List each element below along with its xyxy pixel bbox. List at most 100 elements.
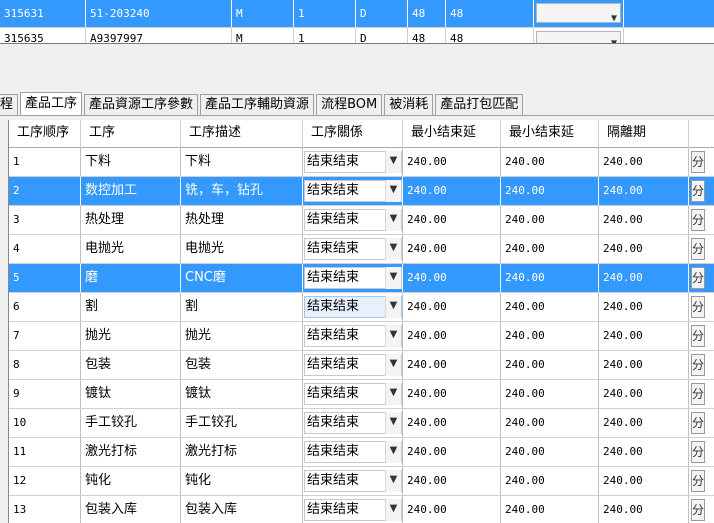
table-row[interactable]: 2 数控加工 铣，车，钻孔 结束结束 ▼ 240.00 240.00 240.00 分 (9, 177, 714, 206)
cell-operation[interactable]: 电抛光 (81, 235, 181, 263)
cell-min-end-delay[interactable]: 240.00 (403, 409, 501, 437)
cell-operation[interactable]: 热处理 (81, 206, 181, 234)
top-grid-row[interactable]: 315635 A9397997 M 1 D 48 48 ▼ (0, 27, 714, 43)
row-edge-button[interactable]: 分 (691, 209, 705, 231)
cell-sequence[interactable]: 8 (9, 351, 81, 379)
table-row[interactable]: 4 电抛光 电抛光 结束结束 ▼ 240.00 240.00 240.00 分 (9, 235, 714, 264)
cell-isolation[interactable]: 240.00 (599, 293, 689, 321)
cell-operation[interactable]: 钝化 (81, 467, 181, 495)
cell-min-end-delay[interactable]: 240.00 (403, 322, 501, 350)
cell-operation[interactable]: 磨 (81, 264, 181, 292)
tab-resource-operation-params[interactable]: 產品資源工序參數 (84, 94, 199, 116)
row-edge-button[interactable]: 分 (691, 470, 705, 492)
chevron-down-icon[interactable]: ▼ (385, 412, 401, 434)
cell-isolation[interactable]: 240.00 (599, 409, 689, 437)
top-grid-row[interactable]: 315631 51-203240 M 1 D 48 48 ▼ (0, 0, 714, 27)
cell-isolation[interactable]: 240.00 (599, 148, 689, 176)
row-edge-button[interactable]: 分 (691, 499, 705, 521)
table-row[interactable]: 6 割割结束结束 ▼ 240.00 240.00 240.00 分 (9, 293, 714, 322)
cell-operation[interactable]: 割 (81, 293, 181, 321)
cell-sequence[interactable]: 7 (9, 322, 81, 350)
cell-min-end-delay-2[interactable]: 240.00 (501, 322, 599, 350)
cell-operation[interactable]: 数控加工 (81, 177, 181, 205)
cell-min-end-delay-2[interactable]: 240.00 (501, 264, 599, 292)
cell-min-end-delay[interactable]: 240.00 (403, 496, 501, 523)
tab-product-operations[interactable]: 產品工序 (20, 92, 83, 116)
cell-min-end-delay-2[interactable]: 240.00 (501, 293, 599, 321)
cell-description[interactable]: 电抛光 (181, 235, 303, 263)
header-relation[interactable]: 工序關係 (303, 120, 403, 148)
cell-description[interactable]: CNC磨 (181, 264, 303, 292)
chevron-down-icon[interactable]: ▼ (385, 325, 401, 347)
cell-description[interactable]: 抛光 (181, 322, 303, 350)
cell-min-end-delay-2[interactable]: 240.00 (501, 380, 599, 408)
cell-min-end-delay-2[interactable]: 240.00 (501, 177, 599, 205)
table-row[interactable]: 8 包装 包装 结束结束 ▼ 240.00 240.00 240.00 分 (9, 351, 714, 380)
cell-isolation[interactable]: 240.00 (599, 177, 689, 205)
chevron-down-icon[interactable]: ▼ (385, 470, 401, 492)
cell-sequence[interactable]: 11 (9, 438, 81, 466)
relation-dropdown[interactable]: 结束结束 ▼ (303, 467, 403, 495)
cell-min-end-delay-2[interactable]: 240.00 (501, 409, 599, 437)
cell-description[interactable]: 手工铰孔 (181, 409, 303, 437)
relation-dropdown[interactable]: 结束结束 ▼ (303, 496, 403, 523)
header-operation[interactable]: 工序 (81, 120, 181, 148)
table-row[interactable]: 10 手工铰孔 手工铰孔 结束结束 ▼ 240.00 240.00 240.00 分 (9, 409, 714, 438)
relation-dropdown[interactable]: 结束结束 ▼ (303, 293, 403, 321)
cell-sequence[interactable]: 2 (9, 177, 81, 205)
cell-isolation[interactable]: 240.00 (599, 235, 689, 263)
cell-min-end-delay[interactable]: 240.00 (403, 177, 501, 205)
cell-operation[interactable]: 包装 (81, 351, 181, 379)
cell-description[interactable]: 下料 (181, 148, 303, 176)
chevron-down-icon[interactable]: ▼ (385, 238, 401, 260)
row-edge-button[interactable]: 分 (691, 412, 705, 434)
tab-auxiliary-resources[interactable]: 產品工序輔助資源 (200, 94, 315, 116)
chevron-down-icon[interactable]: ▼ (385, 267, 401, 289)
relation-dropdown[interactable]: 结束结束 ▼ (303, 177, 403, 205)
header-min-end-delay[interactable]: 最小结束延 (403, 120, 501, 148)
row-edge-button[interactable]: 分 (691, 325, 705, 347)
relation-dropdown[interactable]: 结束结束 ▼ (303, 322, 403, 350)
cell-sequence[interactable]: 5 (9, 264, 81, 292)
table-row[interactable]: 12 钝化 钝化 结束结束 ▼ 240.00 240.00 240.00 分 (9, 467, 714, 496)
row-edge-button[interactable]: 分 (691, 354, 705, 376)
chevron-down-icon[interactable]: ▼ (385, 296, 401, 318)
tab-flow-bom[interactable]: 流程BOM (316, 94, 383, 116)
relation-dropdown[interactable]: 结束结束 ▼ (303, 438, 403, 466)
row-edge-button[interactable]: 分 (691, 180, 705, 202)
chevron-down-icon[interactable]: ▼ (385, 180, 401, 202)
cell-sequence[interactable]: 1 (9, 148, 81, 176)
table-row[interactable]: 1 下料 下料 结束结束 ▼ 240.00 240.00 240.00 分 (9, 148, 714, 177)
cell-sequence[interactable]: 4 (9, 235, 81, 263)
cell-min-end-delay[interactable]: 240.00 (403, 467, 501, 495)
cell-min-end-delay[interactable]: 240.00 (403, 206, 501, 234)
cell-description[interactable]: 钝化 (181, 467, 303, 495)
cell-min-end-delay[interactable]: 240.00 (403, 235, 501, 263)
cell-min-end-delay[interactable]: 240.00 (403, 293, 501, 321)
table-row[interactable]: 7 抛光 抛光 结束结束 ▼ 240.00 240.00 240.00 分 (9, 322, 714, 351)
cell-min-end-delay[interactable]: 240.00 (403, 351, 501, 379)
chevron-down-icon[interactable]: ▼ (385, 499, 401, 521)
cell-sequence[interactable]: 9 (9, 380, 81, 408)
chevron-down-icon[interactable]: ▼ (385, 383, 401, 405)
cell-isolation[interactable]: 240.00 (599, 380, 689, 408)
header-isolation[interactable]: 隔離期 (599, 120, 689, 148)
cell-description[interactable]: 包装入库 (181, 496, 303, 523)
cell-operation[interactable]: 手工铰孔 (81, 409, 181, 437)
top-dropdown[interactable]: ▼ (534, 28, 624, 43)
chevron-down-icon[interactable]: ▼ (385, 354, 401, 376)
header-description[interactable]: 工序描述 (181, 120, 303, 148)
cell-min-end-delay-2[interactable]: 240.00 (501, 235, 599, 263)
cell-min-end-delay-2[interactable]: 240.00 (501, 438, 599, 466)
row-edge-button[interactable]: 分 (691, 151, 705, 173)
relation-dropdown[interactable]: 结束结束 ▼ (303, 235, 403, 263)
row-edge-button[interactable]: 分 (691, 238, 705, 260)
tab-consumed[interactable]: 被消耗 (384, 94, 434, 116)
cell-operation[interactable]: 下料 (81, 148, 181, 176)
cell-min-end-delay-2[interactable]: 240.00 (501, 148, 599, 176)
cell-min-end-delay[interactable]: 240.00 (403, 148, 501, 176)
top-dropdown[interactable]: ▼ (534, 0, 624, 27)
relation-dropdown[interactable]: 结束结束 ▼ (303, 206, 403, 234)
cell-min-end-delay-2[interactable]: 240.00 (501, 467, 599, 495)
cell-operation[interactable]: 激光打标 (81, 438, 181, 466)
